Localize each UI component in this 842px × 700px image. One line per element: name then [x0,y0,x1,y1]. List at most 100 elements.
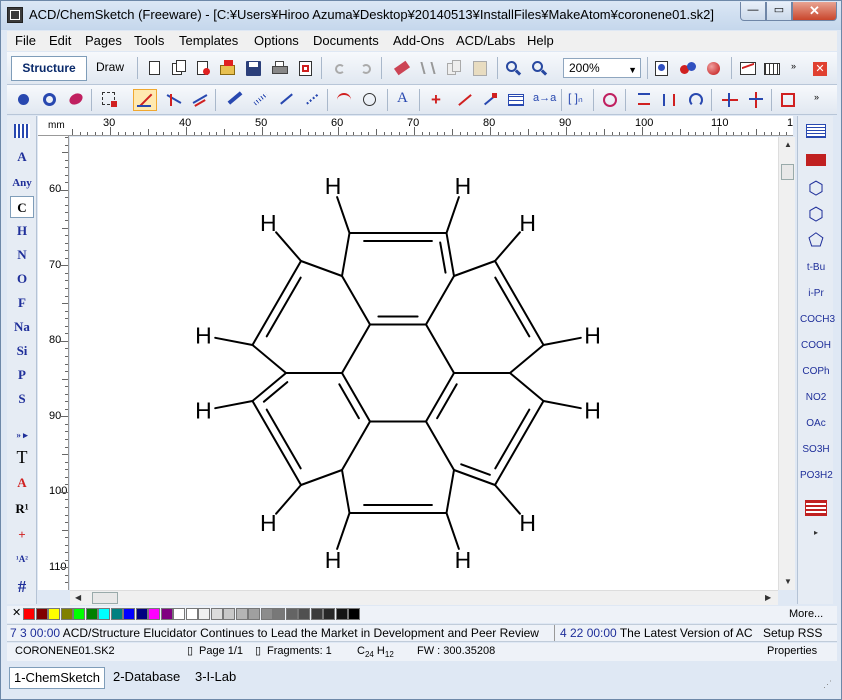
c-h-bond[interactable] [214,336,254,346]
select-atoms-icon[interactable] [13,89,33,109]
add-charge-icon[interactable]: + [427,89,447,109]
color-swatch[interactable] [335,608,348,620]
lasso-icon[interactable] [65,89,85,109]
group-cooh[interactable]: COOH [800,340,832,351]
menu-templates[interactable]: Templates [179,33,238,48]
c-h-bond[interactable] [445,196,460,234]
scroll-up-icon[interactable]: ▲ [784,140,792,149]
hydrogen-atom-label[interactable]: H [260,210,277,236]
color-swatch[interactable] [135,608,148,620]
c-h-bond[interactable] [445,512,460,550]
menu-add-ons[interactable]: Add-Ons [393,33,444,48]
properties-button[interactable]: Properties [767,643,817,660]
template-window-icon[interactable] [800,122,832,142]
bond[interactable] [300,260,343,277]
c-h-bond[interactable] [494,484,521,515]
table-insert-icon[interactable] [505,89,525,109]
app-icon[interactable] [7,7,23,23]
element-button-selected[interactable]: C [10,196,34,218]
color-swatch[interactable] [35,608,48,620]
element-button[interactable]: T [10,446,34,468]
tab-database[interactable]: 2-Database [109,667,184,689]
color-swatch[interactable] [248,608,260,620]
c-h-bond[interactable] [336,196,351,234]
expand-palette-icon[interactable]: ▸ [800,528,832,537]
bond[interactable] [341,469,351,514]
chain-icon[interactable] [163,89,183,109]
reaction-center-icon[interactable] [359,89,379,109]
tab-chemsketch[interactable]: 1-ChemSketch [9,667,105,689]
bond[interactable] [425,323,455,374]
bond[interactable] [251,344,287,374]
flip-horizontal-icon[interactable] [659,89,679,109]
bond[interactable] [494,260,545,346]
c-h-bond[interactable] [214,400,254,410]
flip-vertical-icon[interactable] [633,89,653,109]
double-bond-line[interactable] [439,241,447,274]
bond[interactable] [341,232,351,277]
element-button[interactable]: H [10,220,34,242]
spectrum-icon[interactable] [737,58,757,78]
element-button[interactable]: R¹ [10,498,34,520]
periodic-table-icon[interactable] [10,121,34,143]
element-button[interactable]: Any [10,172,34,194]
color-swatch[interactable] [185,608,198,620]
bond[interactable] [425,275,455,326]
hydrogen-atom-label[interactable]: H [519,510,536,536]
eraser-icon[interactable] [391,58,411,78]
element-button[interactable]: Na [10,316,34,338]
menu-file[interactable]: File [15,33,36,48]
3d-viewer-icon[interactable] [651,58,671,78]
minimize-button[interactable]: — [740,2,766,21]
color-swatch[interactable] [148,608,160,620]
hydrogen-atom-label[interactable]: H [260,510,277,536]
menu-acd-labs[interactable]: ACD/Labs [456,33,515,48]
menu-edit[interactable]: Edit [49,33,71,48]
double-bond-line[interactable] [262,381,289,403]
close-document-icon[interactable]: ✕ [809,58,829,78]
element-button[interactable]: A [10,146,34,168]
element-button[interactable]: Si [10,340,34,362]
color-swatch[interactable] [298,608,310,620]
color-swatch[interactable] [323,608,335,620]
user-templates-icon[interactable] [800,500,832,518]
bond[interactable] [251,400,302,486]
group-t-bu[interactable]: t-Bu [800,262,832,273]
menu-documents[interactable]: Documents [313,33,379,48]
dashed-bond-icon[interactable] [301,89,321,109]
maximize-button[interactable]: ▭ [766,2,792,21]
structure-mode-button[interactable]: Structure [11,56,87,81]
color-swatch[interactable] [173,608,185,620]
close-button[interactable]: ✕ [792,2,837,21]
scroll-right-icon[interactable]: ▶ [765,593,771,602]
zoom-in-icon[interactable] [503,58,523,78]
menu-tools[interactable]: Tools [134,33,164,48]
double-bond-line[interactable] [494,276,531,338]
hydrogen-atom-label[interactable]: H [455,547,472,573]
table-icon[interactable] [761,58,781,78]
double-bond-line[interactable] [436,383,458,420]
hydrogen-atom-label[interactable]: H [325,173,342,199]
ball-model-icon[interactable] [703,58,723,78]
hydrogen-atom-label[interactable]: H [584,397,601,423]
news-item[interactable]: 4 22 00:00 The Latest Version of AC [554,625,753,641]
c-h-bond[interactable] [494,231,521,262]
paste-icon[interactable] [469,58,489,78]
element-button[interactable]: S [10,388,34,410]
element-button[interactable]: O [10,268,34,290]
bond[interactable] [494,400,545,486]
bond[interactable] [300,469,343,486]
expand-palette-icon[interactable]: » ▸ [10,424,34,446]
element-button[interactable]: N [10,244,34,266]
color-swatch[interactable] [348,608,360,620]
double-bond-line[interactable] [494,408,531,470]
zoom-select[interactable]: 200% ▼ [563,58,641,78]
color-swatch[interactable] [123,608,135,620]
redo-icon[interactable] [355,58,375,78]
resize-grip-icon[interactable]: ⋰ [823,679,832,690]
export-pdf-icon[interactable] [295,58,315,78]
bond[interactable] [445,469,455,514]
group-oac[interactable]: OAc [800,418,832,429]
hydrogen-atom-label[interactable]: H [195,323,212,349]
color-swatch[interactable] [198,608,210,620]
